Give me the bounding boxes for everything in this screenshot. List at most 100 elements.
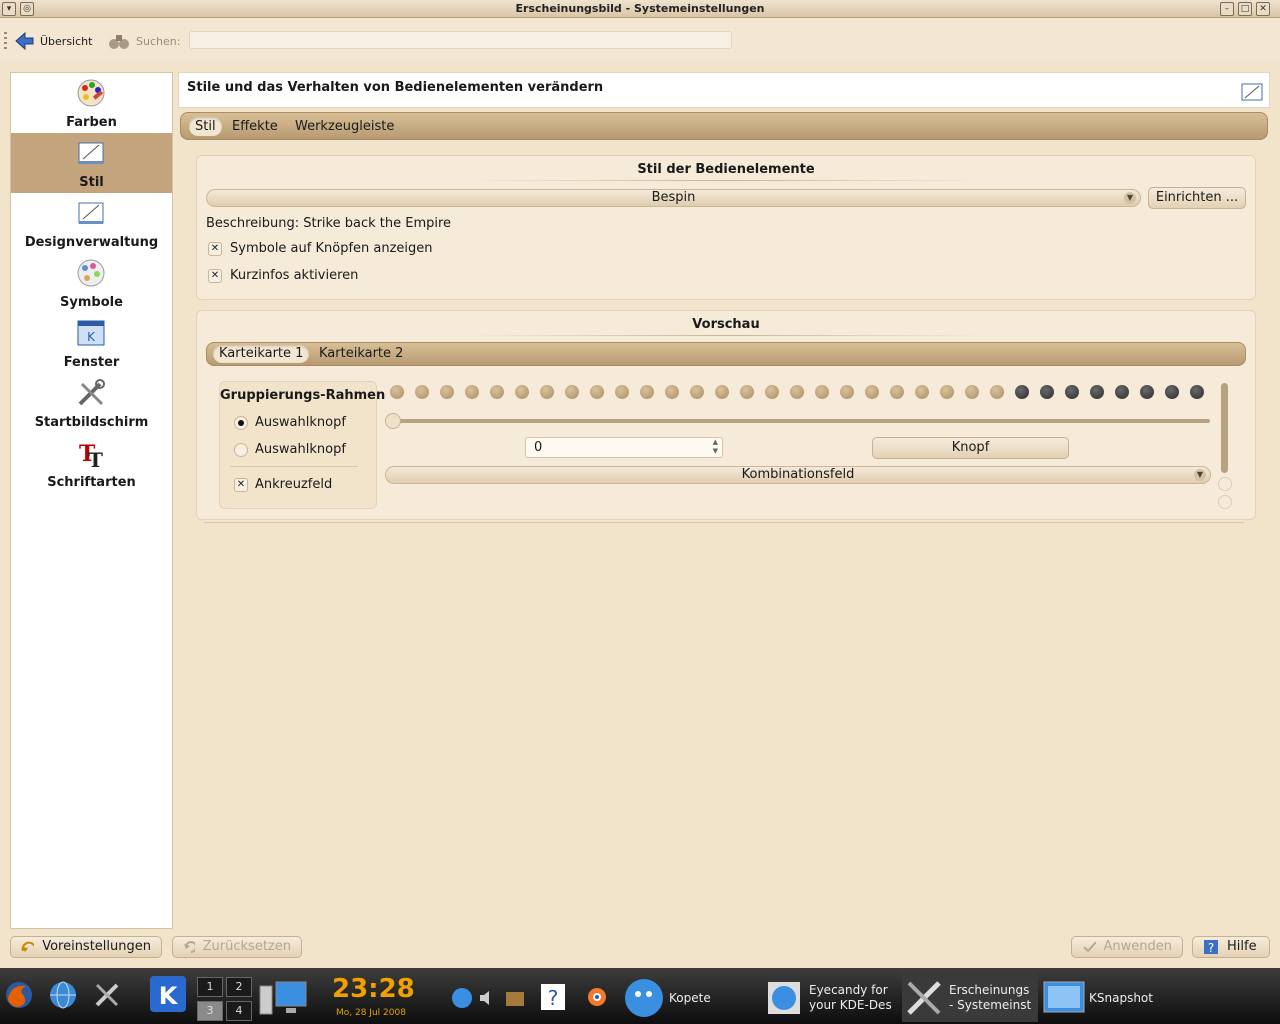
scroll-indicator-icon [1218,477,1232,491]
svg-text:?: ? [548,986,559,1010]
sidebar-item-farben[interactable]: Farben [11,73,172,133]
sidebar-item-fenster[interactable]: K Fenster [11,313,172,373]
vertical-scrollbar[interactable] [1221,383,1228,473]
sidebar-item-stil[interactable]: Stil [11,133,172,193]
wallet-icon[interactable] [504,987,526,1009]
apply-button[interactable]: Anwenden [1071,936,1183,958]
tab-bar: Stil Effekte Werkzeugleiste [180,112,1268,140]
radio-label-2: Auswahlknopf [255,442,346,457]
sidebar-item-designverwaltung[interactable]: Designverwaltung [11,193,172,253]
radio-button-2[interactable] [234,443,248,457]
progress-segment [940,385,954,399]
reset-button[interactable]: Zurücksetzen [172,936,302,958]
task-kopete[interactable]: Kopete [622,972,760,1022]
spin-arrows-icon[interactable]: ▲ ▼ [713,438,718,456]
close-icon[interactable]: ✕ [1256,2,1270,16]
volume-icon[interactable] [478,988,498,1008]
svg-text:K: K [159,982,179,1010]
preview-title: Vorschau [692,317,760,332]
binoculars-icon [109,35,129,49]
sidebar-item-symbole[interactable]: Symbole [11,253,172,313]
konqueror-icon [768,982,800,1014]
progress-segment [640,385,654,399]
apply-label: Anwenden [1103,939,1173,954]
task-label: Eyecandy for your KDE-Des [809,983,892,1012]
tooltips-checkbox[interactable]: ✕ [208,269,222,283]
firefox-icon[interactable] [4,980,34,1010]
sidebar-item-schriftarten[interactable]: TT Schriftarten [11,433,172,493]
clock-date: Mo, 28 Jul 2008 [336,1008,406,1018]
desktop-4[interactable]: 4 [226,1001,252,1021]
back-button[interactable]: Übersicht [14,29,92,53]
preview-groupbox: Gruppierungs-Rahmen Auswahlknopf Auswahl… [219,381,385,509]
progress-segment [465,385,479,399]
task-label: KSnapshot [1089,991,1153,1005]
tab-karteikarte-2[interactable]: Karteikarte 2 [313,345,409,363]
network-globe-icon[interactable] [48,980,78,1010]
progress-segment [590,385,604,399]
progress-segment [765,385,779,399]
sidebar-item-label: Stil [79,175,104,190]
blender-icon[interactable] [580,980,610,1010]
knopf-button[interactable]: Knopf [872,437,1069,459]
task-ksnapshot[interactable]: KSnapshot [1042,972,1172,1022]
show-icons-checkbox[interactable]: ✕ [208,242,222,256]
spin-box[interactable]: 0 ▲ ▼ [525,437,723,458]
widget-style-title: Stil der Bedienelemente [637,162,815,177]
system-tray-icon[interactable] [450,986,474,1010]
style-combobox-value: Bespin [651,190,696,205]
progress-segment [390,385,404,399]
clock-time[interactable]: 23:28 [332,974,415,1004]
task-browser[interactable]: Eyecandy for your KDE-Des [766,972,898,1022]
tab-effekte[interactable]: Effekte [226,117,284,136]
style-combobox[interactable]: Bespin ▼ [206,189,1141,207]
slider-track[interactable] [385,419,1210,423]
sidebar-item-label: Schriftarten [47,475,136,490]
scroll-indicator-icon [1218,495,1232,509]
sidebar-item-startbildschirm[interactable]: Startbildschirm [11,373,172,433]
chevron-down-icon: ▼ [1124,192,1136,204]
preview-combobox[interactable]: Kombinationsfeld ▼ [385,466,1211,484]
task-systemsettings[interactable]: Erscheinungs - Systemeinst [902,972,1038,1022]
progress-segment [1065,385,1079,399]
divider [230,466,358,467]
maximize-icon[interactable]: □ [1238,2,1252,16]
show-desktop-icon[interactable] [258,980,308,1016]
search-input[interactable] [189,31,732,49]
sidebar-item-label: Fenster [63,355,120,370]
progress-segment [515,385,529,399]
style-icon [1241,83,1263,101]
main-panel: Stile und das Verhalten von Bedienelemen… [178,72,1270,929]
kde-menu-icon[interactable]: K [148,974,188,1014]
svg-text:T: T [88,448,103,469]
help-icon[interactable]: ? [540,983,566,1011]
preview-tab-bar: Karteikarte 1 Karteikarte 2 [206,342,1246,366]
slider-handle[interactable] [385,413,401,429]
progress-segment [740,385,754,399]
help-button[interactable]: ? Hilfe [1192,936,1270,958]
progress-segment [790,385,804,399]
desktop-3[interactable]: 3 [197,1001,223,1021]
radio-button-1[interactable] [234,416,248,430]
style-icon [78,142,104,164]
back-label: Übersicht [40,34,93,48]
help-icon: ? [1204,940,1218,955]
defaults-button[interactable]: Voreinstellungen [10,936,162,958]
divider [467,180,987,181]
toolbar-grip[interactable] [4,32,7,50]
desktop-2[interactable]: 2 [226,977,252,997]
progress-segment [540,385,554,399]
tab-stil[interactable]: Stil [189,117,222,136]
tab-karteikarte-1[interactable]: Karteikarte 1 [213,345,310,363]
style-description: Beschreibung: Strike back the Empire [206,216,452,231]
sidebar-item-label: Symbole [60,295,123,310]
progress-segment [865,385,879,399]
ankreuzfeld-checkbox[interactable]: ✕ [234,478,248,492]
configure-button[interactable]: Einrichten ... [1148,187,1246,209]
search-area: Suchen: [108,29,180,53]
undo-icon [184,941,195,953]
desktop-1[interactable]: 1 [197,977,223,997]
tools-icon[interactable] [92,980,122,1010]
minimize-icon[interactable]: – [1220,2,1234,16]
tab-werkzeugleiste[interactable]: Werkzeugleiste [289,117,400,136]
